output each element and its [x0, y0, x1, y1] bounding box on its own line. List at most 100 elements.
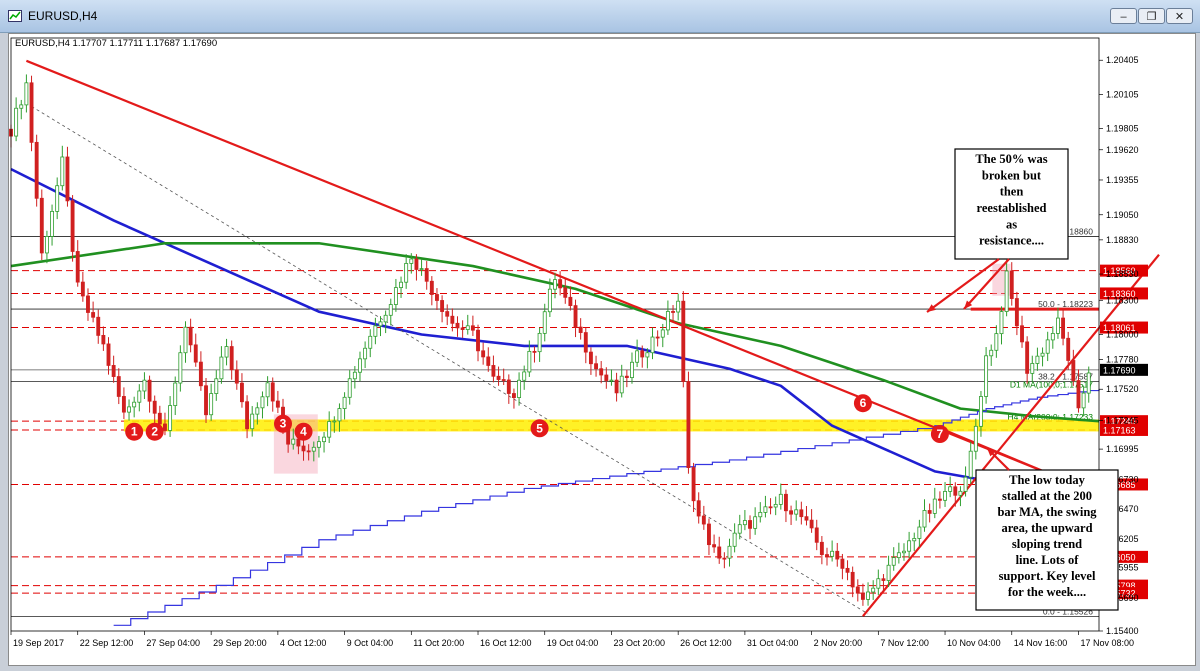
- annotation-text: for the week....: [1008, 585, 1086, 599]
- candle-body: [558, 279, 563, 289]
- candle-body: [337, 408, 342, 422]
- candle-body: [460, 327, 465, 330]
- minimize-icon[interactable]: –: [1110, 8, 1137, 24]
- candle-body: [491, 365, 496, 377]
- candle-body: [80, 281, 85, 297]
- candle-body: [768, 506, 773, 509]
- candle-body: [1030, 363, 1035, 374]
- candle-body: [1086, 372, 1091, 394]
- candle-body: [60, 156, 65, 187]
- candle-body: [506, 379, 511, 394]
- restore-icon[interactable]: ❐: [1138, 8, 1165, 24]
- y-tick-label: 1.17520: [1106, 384, 1139, 394]
- candle-body: [830, 550, 835, 557]
- annotation-text: The 50% was: [975, 152, 1047, 166]
- candle-body: [388, 304, 393, 316]
- candle-body: [219, 356, 224, 380]
- candle-body: [547, 288, 552, 313]
- candle-body: [332, 420, 337, 423]
- candle-body: [604, 374, 609, 381]
- candle-body: [794, 509, 799, 515]
- chart-header: EURUSD,H4 1.17707 1.17711 1.17687 1.1769…: [15, 38, 217, 49]
- annotation-text: line. Lots of: [1016, 553, 1080, 567]
- candle-body: [373, 325, 378, 337]
- candle-body: [876, 578, 881, 589]
- candle-body: [214, 378, 219, 394]
- candle-body: [542, 311, 547, 334]
- x-tick-label: 29 Sep 20:00: [213, 638, 267, 648]
- candle-body: [1061, 317, 1066, 339]
- x-tick-label: 7 Nov 12:00: [880, 638, 929, 648]
- x-tick-label: 31 Oct 04:00: [747, 638, 799, 648]
- window-title: EURUSD,H4: [28, 9, 98, 23]
- candle-body: [19, 104, 24, 109]
- candle-body: [563, 287, 568, 298]
- x-tick-label: 27 Sep 04:00: [146, 638, 200, 648]
- annotation-text: broken but: [982, 168, 1042, 182]
- candle-body: [917, 526, 922, 539]
- candle-body: [455, 322, 460, 329]
- candle-body: [619, 375, 624, 394]
- candle-body: [296, 438, 301, 447]
- swing-marker-label: 7: [937, 427, 944, 441]
- candle-body: [912, 538, 917, 542]
- candle-body: [50, 210, 54, 237]
- candle-body: [943, 491, 947, 501]
- candle-body: [224, 346, 229, 358]
- candle-body: [29, 82, 34, 143]
- support-zone-band: [123, 419, 1100, 432]
- candle-body: [404, 263, 409, 283]
- candle-body: [609, 379, 614, 382]
- candle-body: [527, 350, 532, 373]
- candle-body: [121, 396, 126, 413]
- candle-body: [311, 446, 316, 452]
- candle-body: [701, 515, 706, 525]
- x-tick-label: 9 Oct 04:00: [347, 638, 394, 648]
- candle-body: [409, 258, 414, 264]
- chart-window-icon: [8, 10, 22, 22]
- y-tick-label: 1.18000: [1106, 330, 1139, 340]
- candle-body: [763, 506, 768, 513]
- candle-body: [871, 587, 876, 593]
- candle-body: [1071, 360, 1076, 381]
- candle-body: [34, 141, 39, 199]
- candle-body: [809, 519, 814, 529]
- annotation-text: resistance....: [979, 234, 1044, 248]
- candle-body: [347, 378, 352, 398]
- candle-body: [681, 300, 686, 382]
- candle-body: [594, 363, 598, 370]
- candle-body: [937, 498, 942, 501]
- close-icon[interactable]: ✕: [1166, 8, 1193, 24]
- level-price-label: 1.17163: [1103, 425, 1136, 435]
- candle-body: [501, 379, 506, 381]
- candle-body: [614, 379, 619, 394]
- y-tick-label: 1.19355: [1106, 175, 1139, 185]
- candle-body: [804, 516, 809, 521]
- swing-marker-label: 3: [280, 417, 287, 431]
- swing-marker-label: 5: [536, 421, 543, 435]
- candle-body: [157, 412, 162, 425]
- y-tick-label: 1.15400: [1106, 626, 1139, 636]
- candlestick-chart[interactable]: 61.8 - 1.1886050.0 - 1.1822338.2 - 1.175…: [9, 34, 1195, 665]
- y-tick-label: 1.19620: [1106, 145, 1139, 155]
- candle-body: [512, 393, 516, 398]
- candle-body: [1040, 352, 1045, 357]
- y-tick-label: 1.19805: [1106, 124, 1139, 134]
- candle-body: [927, 510, 932, 514]
- candle-body: [737, 524, 742, 534]
- swing-marker-label: 6: [860, 396, 867, 410]
- x-tick-label: 11 Oct 20:00: [413, 638, 464, 648]
- candle-body: [753, 516, 758, 529]
- chart-area[interactable]: 61.8 - 1.1886050.0 - 1.1822338.2 - 1.175…: [8, 33, 1196, 666]
- candle-body: [1056, 317, 1060, 334]
- candle-body: [234, 369, 239, 384]
- candle-body: [275, 400, 280, 408]
- candle-body: [245, 401, 250, 430]
- candle-body: [101, 335, 106, 345]
- x-tick-label: 2 Nov 20:00: [814, 638, 863, 648]
- candle-body: [758, 511, 763, 518]
- annotation-text: support. Key level: [999, 569, 1096, 583]
- candle-body: [476, 329, 480, 352]
- x-tick-label: 26 Oct 12:00: [680, 638, 732, 648]
- annotation-text: as: [1006, 217, 1017, 231]
